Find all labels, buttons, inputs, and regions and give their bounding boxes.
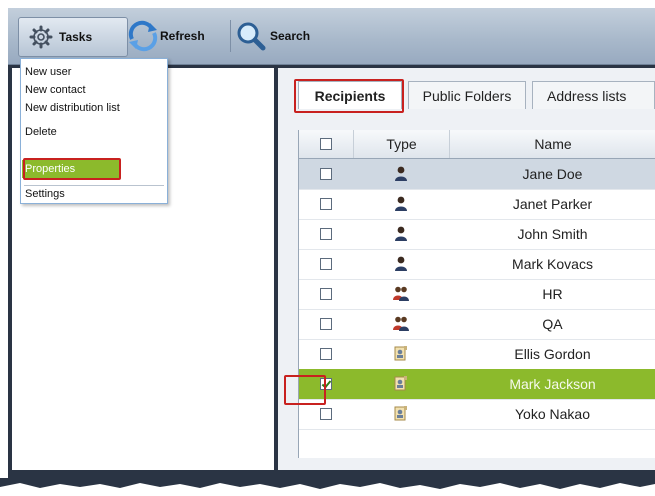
type-cell [353,339,449,369]
table-row[interactable]: Yoko Nakao [299,399,655,430]
menu-item-new-contact[interactable]: New contact [22,81,166,99]
row-check-cell [299,339,353,369]
group-icon [393,315,409,334]
checkbox-highlight-box [284,375,326,405]
type-cell [353,369,449,399]
tab-address-lists[interactable]: Address lists [532,81,655,109]
app-window: Tasks Refresh Search New user New contac… [8,8,655,482]
menu-item-new-distribution-list[interactable]: New distribution list [22,99,166,117]
header-name[interactable]: Name [449,130,655,158]
recipient-name: QA [542,316,563,332]
row-checkbox[interactable] [320,258,332,270]
toolbar: Tasks Refresh Search [8,8,655,65]
header-select-cell [299,130,353,158]
tab-public-folders[interactable]: Public Folders [408,81,526,109]
recipient-name: Janet Parker [512,196,593,212]
refresh-label: Refresh [160,29,205,43]
type-cell [353,219,449,249]
contact-icon [394,405,408,424]
type-cell [353,249,449,279]
search-icon [236,21,266,51]
recipient-name: John Smith [517,226,588,242]
recipient-name: HR [542,286,563,302]
name-cell: HR [449,279,655,309]
tasks-dropdown-menu: New user New contact New distribution li… [20,58,168,204]
row-check-cell [299,249,353,279]
table-row[interactable]: Janet Parker [299,189,655,220]
tasks-label: Tasks [59,30,93,44]
recipient-name: Jane Doe [522,166,583,182]
name-cell: Ellis Gordon [449,339,655,369]
type-cell [353,279,449,309]
recipient-name: Mark Jackson [509,376,596,392]
recipients-grid: Type Name Jane Doe Janet Parker John Smi… [298,130,655,458]
row-check-cell [299,309,353,339]
row-checkbox[interactable] [320,408,332,420]
recipients-highlight-box [294,79,404,113]
toolbar-divider [230,20,231,52]
table-row[interactable]: QA [299,309,655,340]
contact-icon [394,345,408,364]
table-row[interactable]: Mark Kovacs [299,249,655,280]
name-cell: Mark Jackson [449,369,655,399]
menu-item-new-user[interactable]: New user [22,63,166,81]
right-pane: Recipients Public Folders Address lists … [278,68,655,470]
type-cell [353,399,449,429]
grid-header: Type Name [299,130,655,159]
row-checkbox[interactable] [320,198,332,210]
type-cell [353,159,449,189]
table-row[interactable]: HR [299,279,655,310]
table-row-selected[interactable]: Mark Jackson [299,369,655,400]
properties-highlight-box [23,158,121,180]
row-checkbox[interactable] [320,288,332,300]
row-check-cell [299,219,353,249]
header-type[interactable]: Type [353,130,449,158]
select-all-checkbox[interactable] [320,138,332,150]
name-cell: Janet Parker [449,189,655,219]
name-cell: Mark Kovacs [449,249,655,279]
gear-icon [29,25,53,49]
row-check-cell [299,159,353,189]
row-checkbox[interactable] [320,348,332,360]
table-row[interactable]: Jane Doe [299,159,655,190]
type-cell [353,189,449,219]
name-cell: QA [449,309,655,339]
type-cell [353,309,449,339]
recipient-name: Yoko Nakao [515,406,590,422]
name-cell: John Smith [449,219,655,249]
user-icon [394,165,408,184]
tab-bar: Recipients Public Folders Address lists [278,68,655,118]
menu-item-delete[interactable]: Delete [22,123,166,141]
name-cell: Jane Doe [449,159,655,189]
recipient-name: Ellis Gordon [514,346,591,362]
row-check-cell [299,279,353,309]
row-checkbox[interactable] [320,318,332,330]
tasks-button[interactable]: Tasks [18,17,128,57]
table-row[interactable]: John Smith [299,219,655,250]
user-icon [394,255,408,274]
menu-item-settings[interactable]: Settings [22,185,166,203]
refresh-button[interactable]: Refresh [126,17,230,55]
table-row[interactable]: Ellis Gordon [299,339,655,370]
torn-edge [0,478,655,489]
user-icon [394,225,408,244]
refresh-icon [126,19,160,53]
row-checkbox[interactable] [320,228,332,240]
group-icon [393,285,409,304]
recipient-name: Mark Kovacs [512,256,593,272]
name-cell: Yoko Nakao [449,399,655,429]
search-label: Search [270,29,311,43]
user-icon [394,195,408,214]
row-checkbox[interactable] [320,168,332,180]
search-button[interactable]: Search [232,17,322,55]
contact-icon [394,375,408,394]
row-check-cell [299,189,353,219]
